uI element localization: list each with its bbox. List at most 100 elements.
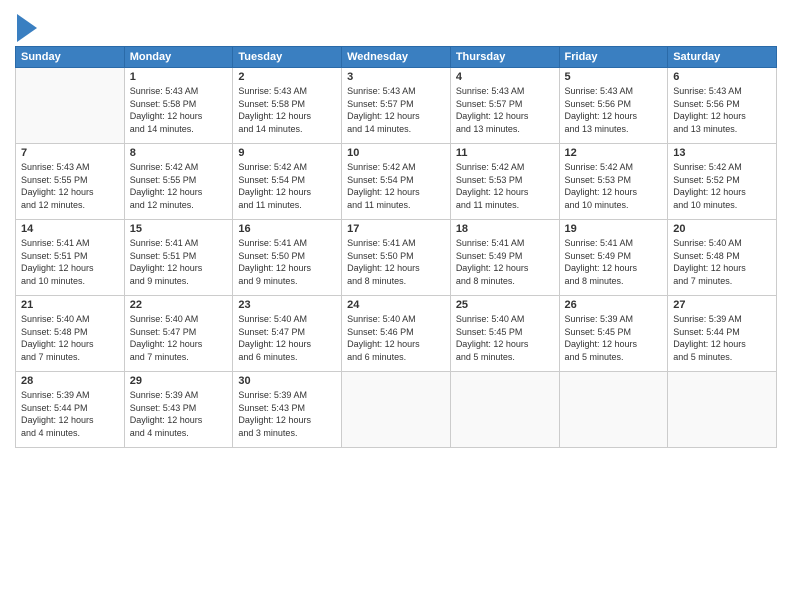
day-info: Sunrise: 5:40 AM Sunset: 5:46 PM Dayligh… xyxy=(347,313,445,363)
day-info: Sunrise: 5:40 AM Sunset: 5:47 PM Dayligh… xyxy=(238,313,336,363)
day-info: Sunrise: 5:39 AM Sunset: 5:43 PM Dayligh… xyxy=(130,389,228,439)
calendar-cell: 1 Sunrise: 5:43 AM Sunset: 5:58 PM Daylig… xyxy=(124,68,233,144)
calendar-cell: 20 Sunrise: 5:40 AM Sunset: 5:48 PM Dayli… xyxy=(668,220,777,296)
day-info: Sunrise: 5:40 AM Sunset: 5:48 PM Dayligh… xyxy=(21,313,119,363)
calendar-cell: 21 Sunrise: 5:40 AM Sunset: 5:48 PM Dayli… xyxy=(16,296,125,372)
day-info: Sunrise: 5:42 AM Sunset: 5:53 PM Dayligh… xyxy=(565,161,663,211)
day-number: 16 xyxy=(238,223,336,235)
calendar-cell: 16 Sunrise: 5:41 AM Sunset: 5:50 PM Dayli… xyxy=(233,220,342,296)
day-info: Sunrise: 5:42 AM Sunset: 5:54 PM Dayligh… xyxy=(238,161,336,211)
day-info: Sunrise: 5:43 AM Sunset: 5:56 PM Dayligh… xyxy=(565,85,663,135)
calendar-cell: 24 Sunrise: 5:40 AM Sunset: 5:46 PM Dayli… xyxy=(342,296,451,372)
week-row-1: 1 Sunrise: 5:43 AM Sunset: 5:58 PM Daylig… xyxy=(16,68,777,144)
logo-icon xyxy=(17,14,37,42)
calendar-cell: 30 Sunrise: 5:39 AM Sunset: 5:43 PM Dayli… xyxy=(233,372,342,448)
calendar-cell: 28 Sunrise: 5:39 AM Sunset: 5:44 PM Dayli… xyxy=(16,372,125,448)
day-number: 24 xyxy=(347,299,445,311)
column-header-monday: Monday xyxy=(124,47,233,68)
day-info: Sunrise: 5:40 AM Sunset: 5:45 PM Dayligh… xyxy=(456,313,554,363)
calendar-cell: 8 Sunrise: 5:42 AM Sunset: 5:55 PM Daylig… xyxy=(124,144,233,220)
calendar-cell: 23Sunrise: 5:40 AM Sunset: 5:47 PM Dayli… xyxy=(233,296,342,372)
column-header-thursday: Thursday xyxy=(450,47,559,68)
week-row-3: 14 Sunrise: 5:41 AM Sunset: 5:51 PM Dayli… xyxy=(16,220,777,296)
calendar-cell: 26 Sunrise: 5:39 AM Sunset: 5:45 PM Dayli… xyxy=(559,296,668,372)
day-number: 7 xyxy=(21,147,119,159)
day-number: 18 xyxy=(456,223,554,235)
day-info: Sunrise: 5:41 AM Sunset: 5:51 PM Dayligh… xyxy=(130,237,228,287)
day-info: Sunrise: 5:40 AM Sunset: 5:47 PM Dayligh… xyxy=(130,313,228,363)
column-header-friday: Friday xyxy=(559,47,668,68)
day-number: 22 xyxy=(130,299,228,311)
day-number: 1 xyxy=(130,71,228,83)
day-info: Sunrise: 5:43 AM Sunset: 5:55 PM Dayligh… xyxy=(21,161,119,211)
day-info: Sunrise: 5:41 AM Sunset: 5:50 PM Dayligh… xyxy=(347,237,445,287)
calendar-cell: 17 Sunrise: 5:41 AM Sunset: 5:50 PM Dayli… xyxy=(342,220,451,296)
day-number: 12 xyxy=(565,147,663,159)
column-header-sunday: Sunday xyxy=(16,47,125,68)
day-info: Sunrise: 5:39 AM Sunset: 5:44 PM Dayligh… xyxy=(21,389,119,439)
day-number: 28 xyxy=(21,375,119,387)
day-number: 25 xyxy=(456,299,554,311)
day-info: Sunrise: 5:43 AM Sunset: 5:58 PM Dayligh… xyxy=(238,85,336,135)
calendar-cell: 3 Sunrise: 5:43 AM Sunset: 5:57 PM Daylig… xyxy=(342,68,451,144)
calendar-cell: 2 Sunrise: 5:43 AM Sunset: 5:58 PM Daylig… xyxy=(233,68,342,144)
day-number: 19 xyxy=(565,223,663,235)
calendar-cell: 7 Sunrise: 5:43 AM Sunset: 5:55 PM Daylig… xyxy=(16,144,125,220)
day-info: Sunrise: 5:42 AM Sunset: 5:52 PM Dayligh… xyxy=(673,161,771,211)
calendar-cell: 14 Sunrise: 5:41 AM Sunset: 5:51 PM Dayli… xyxy=(16,220,125,296)
day-number: 11 xyxy=(456,147,554,159)
day-info: Sunrise: 5:43 AM Sunset: 5:57 PM Dayligh… xyxy=(456,85,554,135)
day-info: Sunrise: 5:42 AM Sunset: 5:55 PM Dayligh… xyxy=(130,161,228,211)
day-number: 3 xyxy=(347,71,445,83)
calendar-cell: 25 Sunrise: 5:40 AM Sunset: 5:45 PM Dayli… xyxy=(450,296,559,372)
calendar-cell: 6Sunrise: 5:43 AM Sunset: 5:56 PM Daylig… xyxy=(668,68,777,144)
day-number: 8 xyxy=(130,147,228,159)
day-number: 15 xyxy=(130,223,228,235)
day-number: 26 xyxy=(565,299,663,311)
calendar-cell: 22 Sunrise: 5:40 AM Sunset: 5:47 PM Dayli… xyxy=(124,296,233,372)
day-number: 17 xyxy=(347,223,445,235)
day-number: 4 xyxy=(456,71,554,83)
day-number: 10 xyxy=(347,147,445,159)
day-number: 2 xyxy=(238,71,336,83)
calendar-cell: 9 Sunrise: 5:42 AM Sunset: 5:54 PM Daylig… xyxy=(233,144,342,220)
calendar-cell xyxy=(342,372,451,448)
calendar-cell: 4 Sunrise: 5:43 AM Sunset: 5:57 PM Daylig… xyxy=(450,68,559,144)
week-row-2: 7 Sunrise: 5:43 AM Sunset: 5:55 PM Daylig… xyxy=(16,144,777,220)
calendar-cell xyxy=(668,372,777,448)
day-number: 9 xyxy=(238,147,336,159)
column-header-wednesday: Wednesday xyxy=(342,47,451,68)
day-number: 29 xyxy=(130,375,228,387)
day-info: Sunrise: 5:43 AM Sunset: 5:58 PM Dayligh… xyxy=(130,85,228,135)
logo xyxy=(15,14,37,42)
day-number: 30 xyxy=(238,375,336,387)
day-info: Sunrise: 5:40 AM Sunset: 5:48 PM Dayligh… xyxy=(673,237,771,287)
calendar-cell: 19 Sunrise: 5:41 AM Sunset: 5:49 PM Dayli… xyxy=(559,220,668,296)
calendar-cell: 5Sunrise: 5:43 AM Sunset: 5:56 PM Daylig… xyxy=(559,68,668,144)
calendar-cell: 29 Sunrise: 5:39 AM Sunset: 5:43 PM Dayli… xyxy=(124,372,233,448)
day-number: 20 xyxy=(673,223,771,235)
day-info: Sunrise: 5:39 AM Sunset: 5:45 PM Dayligh… xyxy=(565,313,663,363)
day-info: Sunrise: 5:41 AM Sunset: 5:51 PM Dayligh… xyxy=(21,237,119,287)
calendar-cell: 15 Sunrise: 5:41 AM Sunset: 5:51 PM Dayli… xyxy=(124,220,233,296)
calendar-cell xyxy=(559,372,668,448)
day-info: Sunrise: 5:43 AM Sunset: 5:57 PM Dayligh… xyxy=(347,85,445,135)
calendar-cell xyxy=(450,372,559,448)
calendar-cell: 13 Sunrise: 5:42 AM Sunset: 5:52 PM Dayli… xyxy=(668,144,777,220)
calendar-cell xyxy=(16,68,125,144)
calendar-table: SundayMondayTuesdayWednesdayThursdayFrid… xyxy=(15,46,777,448)
day-number: 21 xyxy=(21,299,119,311)
column-header-saturday: Saturday xyxy=(668,47,777,68)
day-info: Sunrise: 5:41 AM Sunset: 5:50 PM Dayligh… xyxy=(238,237,336,287)
day-info: Sunrise: 5:39 AM Sunset: 5:43 PM Dayligh… xyxy=(238,389,336,439)
day-info: Sunrise: 5:42 AM Sunset: 5:54 PM Dayligh… xyxy=(347,161,445,211)
day-info: Sunrise: 5:41 AM Sunset: 5:49 PM Dayligh… xyxy=(565,237,663,287)
day-number: 14 xyxy=(21,223,119,235)
calendar-cell: 12 Sunrise: 5:42 AM Sunset: 5:53 PM Dayli… xyxy=(559,144,668,220)
column-header-tuesday: Tuesday xyxy=(233,47,342,68)
week-row-5: 28 Sunrise: 5:39 AM Sunset: 5:44 PM Dayli… xyxy=(16,372,777,448)
day-info: Sunrise: 5:41 AM Sunset: 5:49 PM Dayligh… xyxy=(456,237,554,287)
calendar-cell: 10 Sunrise: 5:42 AM Sunset: 5:54 PM Dayli… xyxy=(342,144,451,220)
day-number: 13 xyxy=(673,147,771,159)
day-number: 6 xyxy=(673,71,771,83)
